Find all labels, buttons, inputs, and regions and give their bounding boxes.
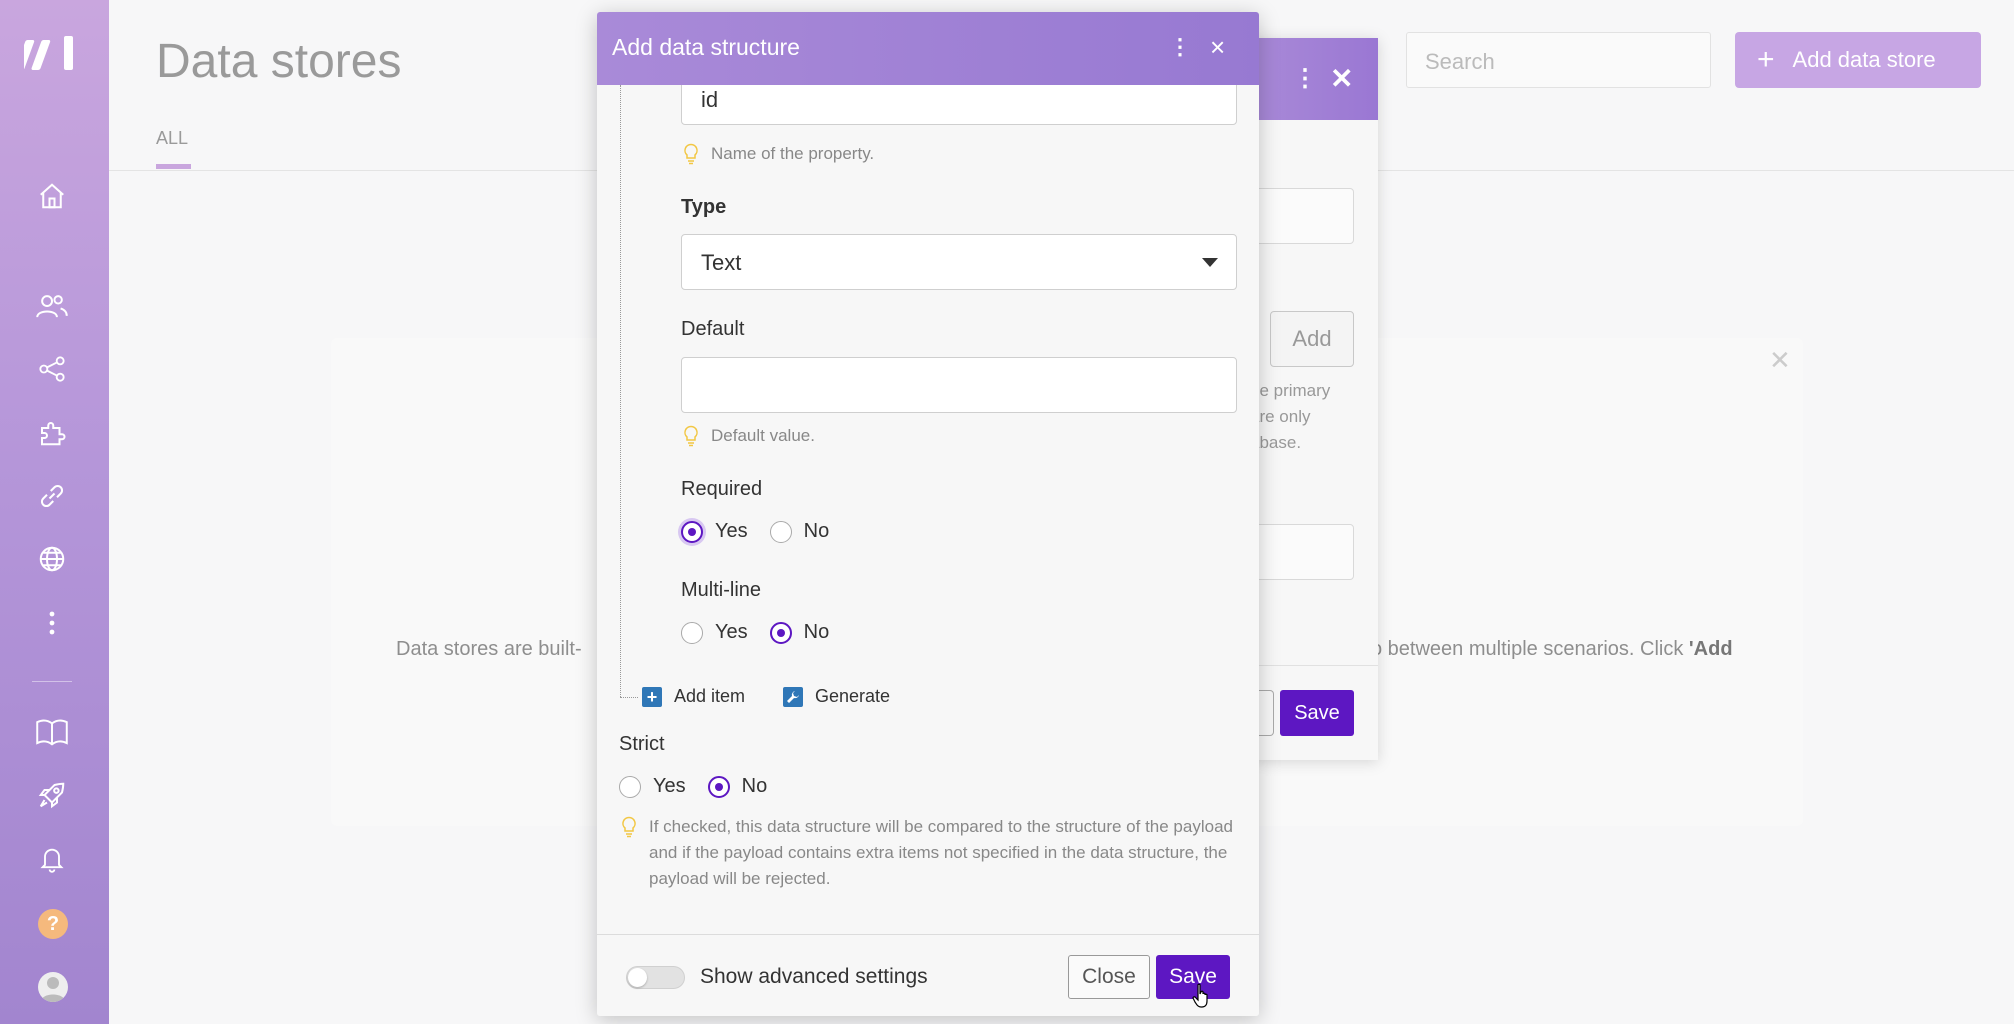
required-label: Required xyxy=(681,478,763,500)
tab-active-indicator xyxy=(156,164,191,169)
strict-yes-label: Yes xyxy=(653,775,686,797)
more-vertical-icon[interactable]: ⋮ xyxy=(1169,34,1191,60)
tab-all[interactable]: ALL xyxy=(156,128,188,149)
bell-icon[interactable] xyxy=(30,837,74,881)
strict-no-radio[interactable] xyxy=(707,775,730,798)
default-value-hint: Default value. xyxy=(683,423,815,449)
add-data-structure-dialog: Add data structure ⋮ × id Name of the pr… xyxy=(597,12,1259,1016)
data-store-name-field[interactable] xyxy=(1250,188,1354,244)
footer-divider xyxy=(1250,665,1378,666)
close-icon[interactable]: × xyxy=(1210,32,1225,63)
close-icon[interactable]: ✕ xyxy=(1330,62,1353,95)
note-line: abase. xyxy=(1250,433,1302,452)
toggle-knob xyxy=(628,968,647,987)
lightbulb-icon xyxy=(622,816,636,838)
more-vertical-icon[interactable] xyxy=(30,601,74,645)
data-store-dialog-header: ⋮ ✕ xyxy=(1250,38,1378,120)
help-icon[interactable]: ? xyxy=(38,909,68,939)
tree-guide-branch xyxy=(620,697,638,698)
sidebar: ? xyxy=(0,0,109,1024)
default-value-hint-text: Default value. xyxy=(711,426,815,445)
type-select-value: Text xyxy=(701,250,742,275)
generate-label: Generate xyxy=(815,686,891,706)
multiline-yes-radio[interactable] xyxy=(681,621,703,644)
required-no-label: No xyxy=(803,520,830,542)
generate-button[interactable]: Generate xyxy=(783,686,890,707)
required-no-radio[interactable] xyxy=(769,520,792,543)
type-label: Type xyxy=(681,196,727,218)
caret-down-icon xyxy=(1202,258,1218,267)
add-data-store-label: Add data store xyxy=(1792,47,1936,72)
strict-hint: If checked, this data structure will be … xyxy=(621,814,1241,892)
advanced-settings-toggle[interactable] xyxy=(626,966,685,989)
strict-yes-radio[interactable] xyxy=(619,775,641,798)
note-line: he primary xyxy=(1250,381,1331,400)
multiline-label: Multi-line xyxy=(681,579,762,601)
more-vertical-icon[interactable]: ⋮ xyxy=(1293,64,1317,93)
empty-state-text-right-bold: 'Add xyxy=(1688,638,1733,660)
lightbulb-icon xyxy=(684,425,698,447)
property-name-hint: Name of the property. xyxy=(683,141,874,167)
required-yes-label: Yes xyxy=(715,520,748,542)
plus-icon: + xyxy=(1757,43,1775,76)
search-input[interactable]: Search xyxy=(1406,32,1711,88)
avatar[interactable] xyxy=(38,972,68,1002)
strict-label: Strict xyxy=(619,733,665,755)
strict-no-label: No xyxy=(741,775,768,797)
sidebar-divider xyxy=(32,681,72,682)
home-icon[interactable] xyxy=(30,174,74,218)
empty-state-text-left: Data stores are built- xyxy=(396,638,582,660)
data-storage-field[interactable] xyxy=(1250,524,1354,580)
link-icon[interactable] xyxy=(30,474,74,518)
property-name-field[interactable]: id xyxy=(681,85,1237,125)
default-value-field[interactable] xyxy=(681,357,1237,413)
data-store-dialog: ⋮ ✕ Add he primary are only abase. Save xyxy=(1250,38,1378,760)
data-structure-note: he primary are only abase. xyxy=(1250,378,1362,456)
add-item-label: Add item xyxy=(674,686,746,706)
book-icon[interactable] xyxy=(30,710,74,754)
dialog-body: id Name of the property. Type Text Defau… xyxy=(597,85,1259,933)
default-label: Default xyxy=(681,318,745,340)
add-item-button[interactable]: + Add item xyxy=(642,686,745,707)
make-logo-icon[interactable] xyxy=(15,34,80,72)
strict-radio-group: Yes No xyxy=(619,775,789,798)
close-icon[interactable]: ✕ xyxy=(1769,345,1791,376)
note-line: are only xyxy=(1250,407,1311,426)
property-name-hint-text: Name of the property. xyxy=(711,144,875,163)
share-icon[interactable] xyxy=(30,347,74,391)
dialog-footer: Show advanced settings Close Save xyxy=(597,934,1259,1016)
add-structure-button[interactable]: Add xyxy=(1270,311,1354,367)
type-select[interactable]: Text xyxy=(681,234,1237,290)
multiline-no-radio[interactable] xyxy=(769,621,792,644)
page-title: Data stores xyxy=(156,35,402,88)
lightbulb-icon xyxy=(684,143,698,165)
dialog-title: Add data structure xyxy=(612,34,800,60)
hand-pointer-icon xyxy=(1192,983,1208,1008)
plus-icon: + xyxy=(642,686,662,707)
advanced-settings-label: Show advanced settings xyxy=(700,965,928,988)
tree-guide-line xyxy=(620,85,621,697)
team-icon[interactable] xyxy=(30,284,74,328)
required-radio-group: Yes No xyxy=(681,520,851,543)
multiline-yes-label: Yes xyxy=(715,621,748,643)
rocket-icon[interactable] xyxy=(30,773,74,817)
puzzle-icon[interactable] xyxy=(30,411,74,455)
empty-state-text-right-main: o between multiple scenarios. Click xyxy=(1371,638,1689,660)
dialog-header: Add data structure ⋮ × xyxy=(597,12,1259,85)
globe-icon[interactable] xyxy=(30,537,74,581)
add-data-store-button[interactable]: + Add data store xyxy=(1735,32,1981,88)
required-yes-radio[interactable] xyxy=(681,520,703,543)
save-button[interactable]: Save xyxy=(1280,690,1354,736)
close-button[interactable]: Close xyxy=(1068,955,1150,999)
multiline-no-label: No xyxy=(803,621,830,643)
multiline-radio-group: Yes No xyxy=(681,621,851,644)
property-name-value: id xyxy=(701,87,719,112)
strict-hint-text: If checked, this data structure will be … xyxy=(649,817,1233,888)
wrench-icon xyxy=(783,686,803,707)
empty-state-text-right: o between multiple scenarios. Click 'Add xyxy=(1371,638,1733,661)
